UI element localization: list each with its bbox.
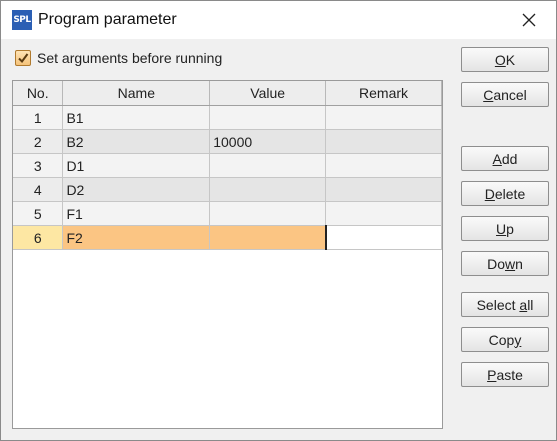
ok-button[interactable]: OK — [461, 47, 549, 72]
remark-cell[interactable] — [325, 105, 442, 130]
parameter-grid: No. Name Value Remark 1 B1 2 B2 10000 3 … — [12, 80, 443, 429]
value-cell[interactable] — [209, 153, 327, 178]
copy-button[interactable]: Cop y — [461, 327, 549, 352]
checkmark-icon — [18, 53, 29, 64]
program-parameter-dialog: SPL Program parameter Set arguments befo… — [0, 0, 557, 441]
spl-app-icon: SPL — [12, 10, 32, 30]
column-header-value[interactable]: Value — [209, 81, 327, 106]
remark-cell[interactable] — [325, 201, 442, 226]
name-cell[interactable]: B1 — [62, 105, 211, 130]
header-row: No. Name Value Remark — [13, 81, 442, 106]
row-number-cell[interactable]: 2 — [13, 129, 64, 154]
value-cell[interactable]: 10000 — [209, 129, 327, 154]
cancel-button[interactable]: Cancel — [461, 82, 549, 107]
set-arguments-label: Set arguments before running — [37, 50, 223, 66]
table-row[interactable]: 4 D2 — [13, 177, 442, 202]
name-cell[interactable]: D1 — [62, 153, 211, 178]
set-arguments-checkbox-row[interactable]: Set arguments before running — [15, 48, 222, 68]
title-bar: SPL Program parameter — [1, 1, 556, 39]
column-header-remark[interactable]: Remark — [325, 81, 442, 106]
table-row[interactable]: 3 D1 — [13, 153, 442, 178]
parameter-table: No. Name Value Remark 1 B1 2 B2 10000 3 … — [13, 81, 442, 250]
value-cell[interactable] — [209, 225, 327, 250]
paste-button[interactable]: Paste — [461, 362, 549, 387]
remark-cell[interactable] — [325, 177, 442, 202]
name-cell[interactable]: B2 — [62, 129, 211, 154]
up-button[interactable]: Up — [461, 216, 549, 241]
close-icon — [522, 13, 536, 27]
table-row[interactable]: 5 F1 — [13, 201, 442, 226]
add-button[interactable]: Add — [461, 146, 549, 171]
column-header-no[interactable]: No. — [13, 81, 64, 106]
dialog-body: Set arguments before running No. Name Va… — [1, 39, 556, 440]
row-number-cell[interactable]: 6 — [13, 225, 64, 250]
row-number-cell[interactable]: 1 — [13, 105, 64, 130]
remark-cell-editor[interactable] — [324, 225, 442, 250]
remark-cell[interactable] — [325, 153, 442, 178]
row-number-cell[interactable]: 4 — [13, 177, 64, 202]
row-number-cell[interactable]: 3 — [13, 153, 64, 178]
column-header-name[interactable]: Name — [62, 81, 211, 106]
select-all-button[interactable]: Select a ll — [461, 292, 549, 317]
value-cell[interactable] — [209, 105, 327, 130]
dialog-title: Program parameter — [38, 11, 177, 28]
delete-button[interactable]: Delete — [461, 181, 549, 206]
table-row-selected[interactable]: 6 F2 — [13, 225, 442, 250]
close-button[interactable] — [510, 6, 548, 34]
row-number-cell[interactable]: 5 — [13, 201, 64, 226]
value-cell[interactable] — [209, 177, 327, 202]
name-cell[interactable]: F2 — [62, 225, 211, 250]
table-row[interactable]: 2 B2 10000 — [13, 129, 442, 154]
set-arguments-checkbox[interactable] — [15, 50, 31, 66]
table-row[interactable]: 1 B1 — [13, 105, 442, 130]
name-cell[interactable]: D2 — [62, 177, 211, 202]
down-button[interactable]: Do w n — [461, 251, 549, 276]
remark-cell[interactable] — [325, 129, 442, 154]
name-cell[interactable]: F1 — [62, 201, 211, 226]
value-cell[interactable] — [209, 201, 327, 226]
